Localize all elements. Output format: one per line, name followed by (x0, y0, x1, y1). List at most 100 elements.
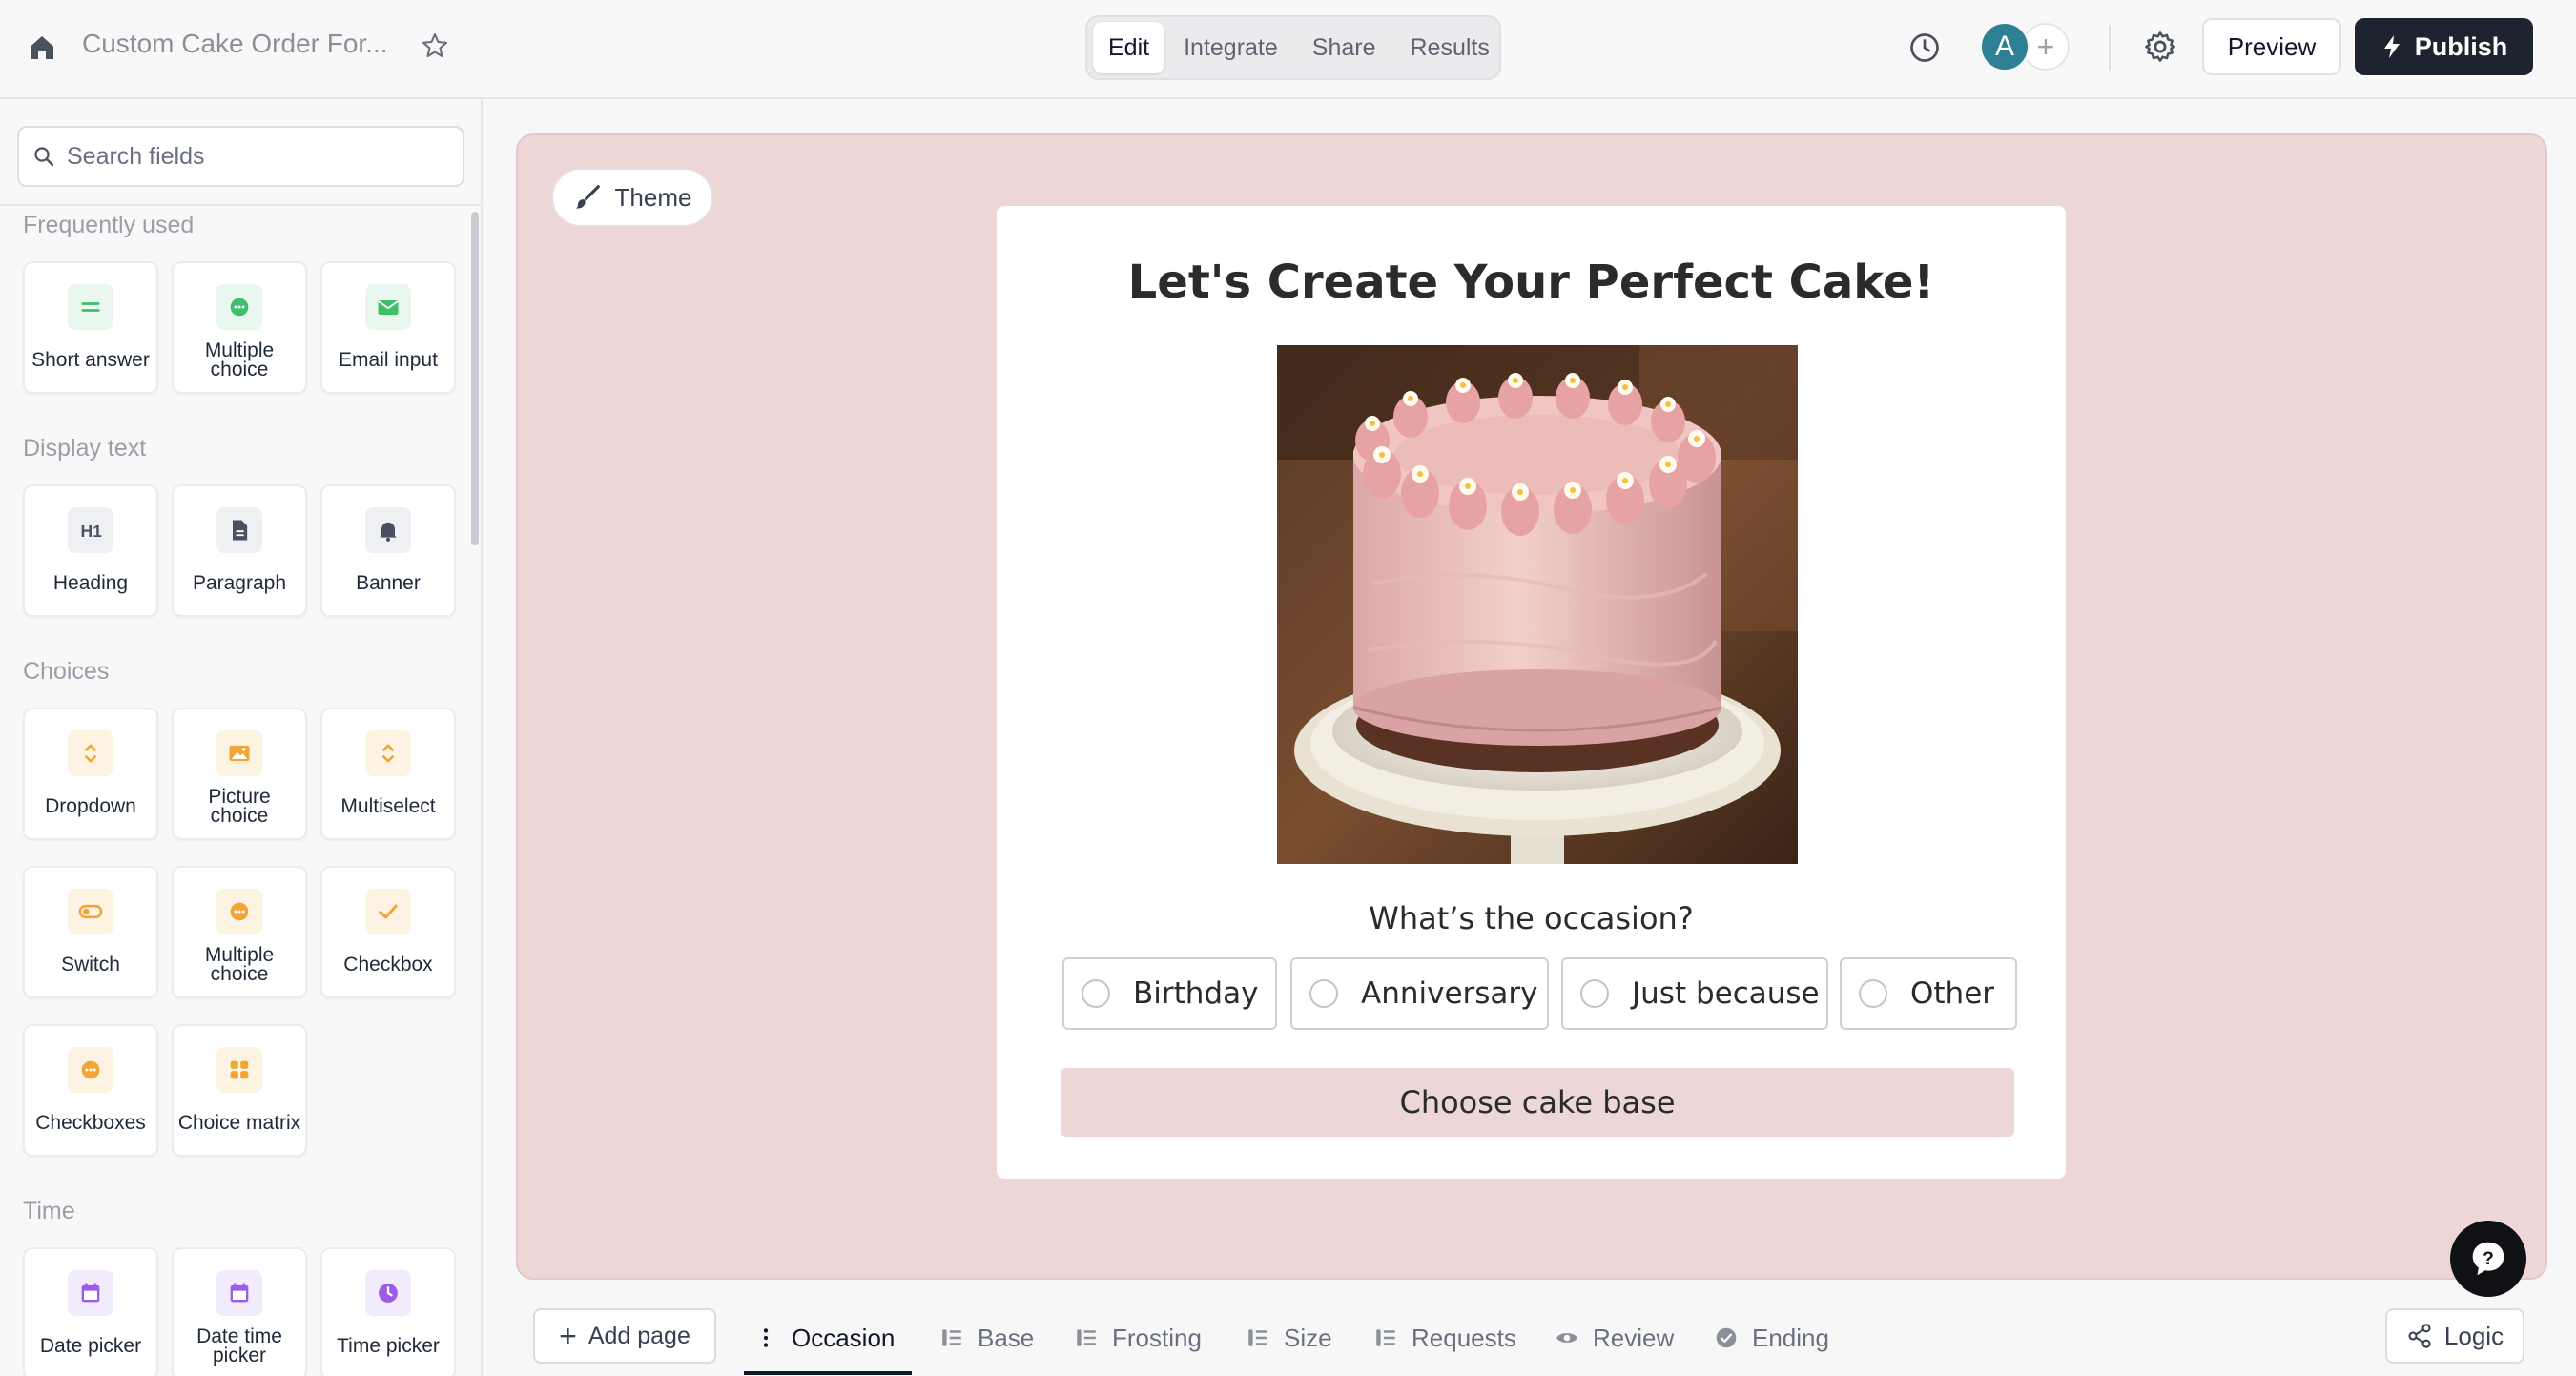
star-icon[interactable] (420, 31, 450, 61)
search-icon (34, 147, 54, 167)
option-just-because[interactable]: Just because (1561, 957, 1828, 1030)
field-multiple-choice[interactable]: Multiple choice (172, 261, 307, 394)
page-tab-label: Frosting (1112, 1323, 1202, 1352)
field-date-time-picker[interactable]: Date time picker (172, 1247, 307, 1376)
multiple-choice-icon (216, 889, 262, 934)
tab-integrate[interactable]: Integrate (1168, 22, 1293, 73)
page-tab-occasion[interactable]: Occasion (753, 1314, 895, 1362)
add-page-label: Add page (587, 1322, 690, 1349)
svg-text:?: ? (2483, 1249, 2494, 1269)
option-other[interactable]: Other (1840, 957, 2017, 1030)
option-anniversary[interactable]: Anniversary (1290, 957, 1549, 1030)
field-label: Heading (52, 572, 129, 594)
form-title[interactable]: Custom Cake Order For... (82, 29, 388, 59)
eye-icon (1556, 1333, 1577, 1343)
question-text[interactable]: What’s the occasion? (997, 900, 2066, 936)
field-label: Date time picker (196, 1325, 282, 1366)
grid-icon (216, 1047, 262, 1093)
tab-results[interactable]: Results (1395, 22, 1505, 73)
field-label: Multiple choice (204, 339, 275, 380)
page-tab-label: Occasion (792, 1323, 896, 1352)
mode-tabs: Edit Integrate Share Results (1085, 15, 1501, 80)
add-page-button[interactable]: + Add page (533, 1308, 716, 1364)
field-time-picker[interactable]: Time picker (320, 1247, 456, 1376)
tab-share[interactable]: Share (1297, 22, 1391, 73)
theme-button[interactable]: Theme (551, 168, 713, 227)
page-tab-label: Review (1593, 1323, 1675, 1352)
field-checkbox[interactable]: Checkbox (320, 866, 456, 998)
theme-label: Theme (614, 182, 692, 212)
top-bar: Custom Cake Order For... Edit Integrate … (0, 0, 2576, 99)
help-chat-icon: ? (2472, 1242, 2504, 1276)
preview-button[interactable]: Preview (2202, 18, 2341, 75)
field-picture-choice[interactable]: Picture choice (172, 708, 307, 840)
history-icon[interactable] (1907, 31, 1942, 65)
field-checkboxes[interactable]: Checkboxes (23, 1024, 158, 1157)
section-label-choices: Choices (23, 658, 110, 685)
page-tab-size[interactable]: Size (1246, 1314, 1332, 1362)
plus-icon: + (559, 1319, 577, 1353)
page-tab-label: Ending (1752, 1323, 1829, 1352)
field-banner[interactable]: Banner (320, 484, 456, 617)
bell-icon (365, 507, 411, 553)
field-choice-matrix[interactable]: Choice matrix (172, 1024, 307, 1157)
radio-circle (1082, 979, 1110, 1008)
option-label: Other (1910, 976, 1995, 1011)
field-label: Checkboxes (35, 1112, 146, 1134)
svg-text:H1: H1 (81, 522, 103, 541)
radio-circle (1309, 979, 1338, 1008)
page-tab-base[interactable]: Base (939, 1314, 1034, 1362)
field-multiselect[interactable]: Multiselect (320, 708, 456, 840)
heading-icon: H1 (68, 507, 113, 553)
multiselect-icon (365, 730, 411, 776)
avatar[interactable]: A (1979, 21, 2030, 72)
field-dropdown[interactable]: Dropdown (23, 708, 158, 840)
drag-handle-icon (763, 1328, 769, 1347)
form-page-icon (1248, 1329, 1267, 1346)
field-label: Dropdown (45, 795, 136, 817)
field-short-answer[interactable]: Short answer (23, 261, 158, 394)
radio-circle (1580, 979, 1609, 1008)
short-answer-icon (68, 284, 113, 330)
multiple-choice-icon (216, 284, 262, 330)
option-birthday[interactable]: Birthday (1062, 957, 1277, 1030)
field-label: Email input (339, 349, 438, 371)
tab-edit[interactable]: Edit (1093, 22, 1165, 73)
clock-icon (365, 1270, 411, 1316)
help-chat-button[interactable]: ? (2450, 1221, 2526, 1297)
search-input[interactable] (67, 142, 448, 171)
field-paragraph[interactable]: Paragraph (172, 484, 307, 617)
divider (2109, 25, 2111, 71)
publish-button[interactable]: Publish (2355, 18, 2533, 75)
field-label: Checkbox (343, 954, 433, 976)
paintbrush-icon (575, 185, 600, 209)
field-switch[interactable]: Switch (23, 866, 158, 998)
field-label: Paragraph (192, 572, 287, 594)
field-date-picker[interactable]: Date picker (23, 1247, 158, 1376)
page-tab-frosting[interactable]: Frosting (1074, 1314, 1202, 1362)
form-heading[interactable]: Let's Create Your Perfect Cake! (997, 256, 2066, 309)
page-tab-requests[interactable]: Requests (1373, 1314, 1516, 1362)
toggle-icon (68, 889, 113, 934)
search-field-box[interactable] (17, 126, 464, 187)
form-page-icon (942, 1329, 961, 1346)
page-tab-ending[interactable]: Ending (1714, 1314, 1829, 1362)
form-canvas: Theme Let's Create Your Perfect Cake! Wh… (516, 133, 2547, 1280)
page-tab-review[interactable]: Review (1555, 1314, 1674, 1362)
envelope-icon (365, 284, 411, 330)
next-page-button[interactable]: Choose cake base (1061, 1068, 2014, 1137)
calendar-icon (216, 1270, 262, 1316)
section-label-time: Time (23, 1198, 75, 1224)
field-email-input[interactable]: Email input (320, 261, 456, 394)
cake-image[interactable] (1277, 345, 1798, 864)
option-label: Anniversary (1361, 976, 1538, 1011)
gear-icon[interactable] (2142, 29, 2178, 65)
logic-button[interactable]: Logic (2385, 1308, 2524, 1364)
sidebar-scrollbar[interactable] (471, 212, 479, 545)
field-label: Picture choice (208, 786, 271, 827)
field-heading[interactable]: H1 Heading (23, 484, 158, 617)
home-icon[interactable] (27, 32, 57, 63)
calendar-icon (68, 1270, 113, 1316)
field-multiple-choice-2[interactable]: Multiple choice (172, 866, 307, 998)
field-label: Multiple choice (204, 944, 275, 985)
